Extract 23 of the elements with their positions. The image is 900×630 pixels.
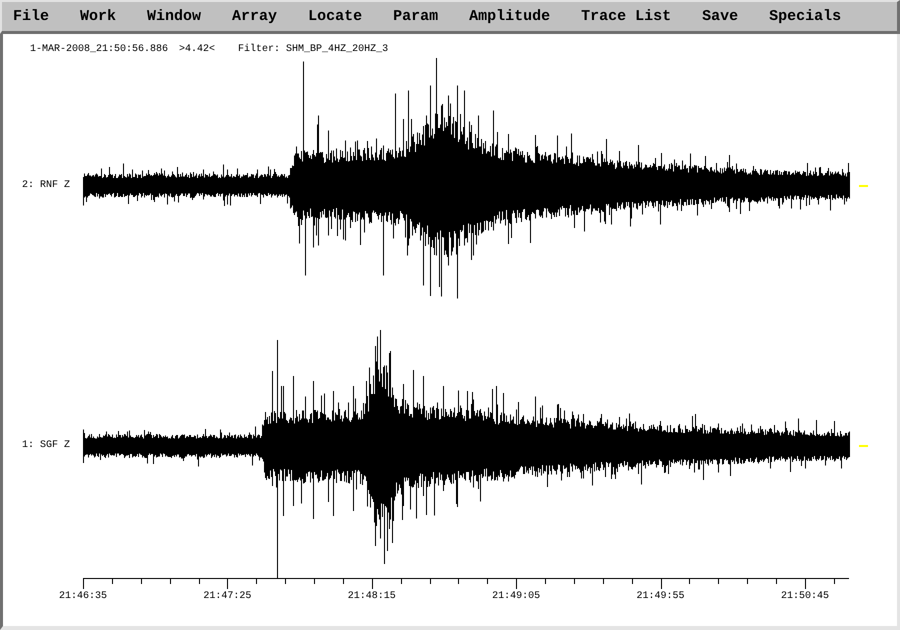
menu-button[interactable]: Window — [132, 2, 217, 31]
time-label: 21:49:05 — [491, 590, 542, 604]
menu-button[interactable]: Array — [216, 2, 293, 31]
time-label: 21:49:55 — [636, 590, 686, 604]
menu-button[interactable]: Param — [378, 2, 454, 31]
menu-button[interactable]: File — [2, 2, 65, 31]
time-label: 21:48:15 — [346, 590, 397, 604]
menu-button[interactable]: Locate — [292, 2, 378, 31]
menu-button[interactable]: Amplitude — [454, 2, 566, 31]
menu-button[interactable]: Specials — [754, 2, 857, 31]
menu-button[interactable]: Save — [686, 2, 754, 31]
amplitude-readout: >4.42< — [179, 43, 216, 57]
trace-label: 2: RNF Z — [21, 180, 72, 192]
time-label: 21:50:45 — [780, 590, 830, 604]
time-label: 21:46:35 — [58, 590, 108, 604]
menu-button[interactable]: Work — [64, 2, 132, 31]
timestamp-text: 1-MAR-2008_21:50:56.886 — [30, 43, 168, 57]
trace-label: 1: SGF Z — [21, 440, 72, 452]
marker-icon — [859, 184, 868, 186]
marker-icon — [859, 445, 868, 447]
time-label: 21:47:25 — [202, 590, 252, 604]
menu-button[interactable]: Trace List — [566, 2, 687, 31]
filter-label: Filter: SHM_BP_4HZ_20HZ_3 — [238, 43, 388, 57]
